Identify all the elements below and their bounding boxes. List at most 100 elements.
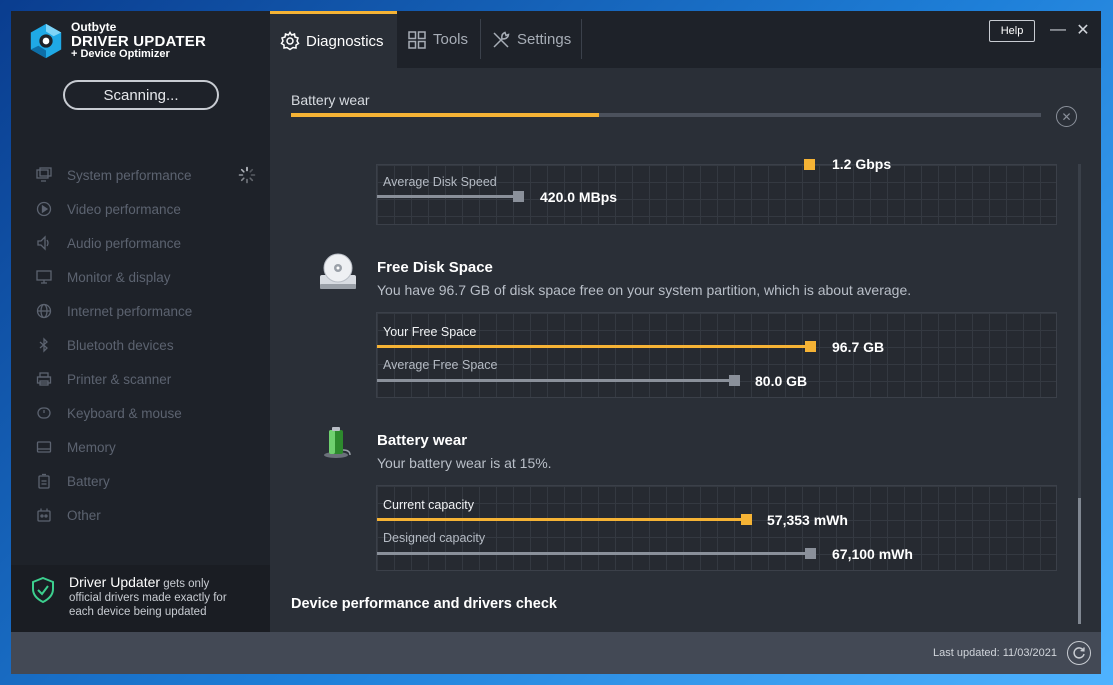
cancel-scan-button[interactable]: ✕ bbox=[1056, 106, 1077, 127]
main-panel: Battery wear ✕ 1.2 Gbps Average Disk Spe… bbox=[270, 68, 1101, 632]
help-button[interactable]: Help bbox=[989, 20, 1035, 42]
tab-diagnostics[interactable]: Diagnostics bbox=[270, 11, 397, 68]
battery-designed-bar bbox=[377, 552, 809, 555]
sidebar-item-monitor-display[interactable]: Monitor & display bbox=[11, 260, 270, 294]
free-disk-chart: Your Free Space 96.7 GB Average Free Spa… bbox=[376, 312, 1057, 398]
tab-label: Tools bbox=[433, 31, 469, 48]
sidebar-item-label: Battery bbox=[67, 473, 110, 489]
refresh-button[interactable] bbox=[1067, 641, 1091, 665]
status-bar: Last updated: 11/03/2021 bbox=[11, 632, 1101, 674]
tab-settings[interactable]: Settings bbox=[481, 11, 581, 68]
brand-top: Outbyte bbox=[71, 20, 117, 34]
disk-speed-avg-label: Average Disk Speed bbox=[383, 175, 497, 189]
footer-text-3: each device being updated bbox=[69, 606, 207, 618]
battery-desc: Your battery wear is at 15%. bbox=[377, 455, 552, 471]
progress-bar bbox=[291, 113, 1041, 117]
brand-sub: + Device Optimizer bbox=[71, 48, 170, 61]
sidebar-item-memory[interactable]: Memory bbox=[11, 430, 270, 464]
footer-text-1: gets only bbox=[160, 578, 210, 590]
display-icon bbox=[35, 268, 53, 286]
speaker-icon bbox=[35, 234, 53, 252]
sidebar-nav: System performance Video performance Aud… bbox=[11, 158, 270, 532]
disk-speed-avg-cap bbox=[513, 191, 524, 202]
free-disk-avg-value: 80.0 GB bbox=[755, 373, 808, 389]
sidebar-item-video-performance[interactable]: Video performance bbox=[11, 192, 270, 226]
sidebar-item-other[interactable]: Other bbox=[11, 498, 270, 532]
grid-icon bbox=[408, 30, 426, 49]
battery-current-label: Current capacity bbox=[383, 498, 475, 512]
free-disk-avg-cap bbox=[729, 375, 740, 386]
app-window: Outbyte DRIVER UPDATER + Device Optimize… bbox=[11, 11, 1101, 674]
sidebar-item-label: Bluetooth devices bbox=[67, 337, 174, 353]
battery-designed-value: 67,100 mWh bbox=[832, 546, 913, 562]
memory-icon bbox=[35, 438, 53, 456]
disk-speed-yours-cap bbox=[804, 159, 815, 170]
battery-current-value: 57,353 mWh bbox=[767, 512, 848, 528]
free-disk-yours-cap bbox=[805, 341, 816, 352]
play-icon bbox=[35, 200, 53, 218]
footer-text-2: official drivers made exactly for bbox=[69, 592, 227, 604]
top-bar: Diagnostics Tools Settings Help — ✕ bbox=[270, 11, 1101, 68]
sidebar-item-label: System performance bbox=[67, 167, 192, 183]
sidebar-item-battery[interactable]: Battery bbox=[11, 464, 270, 498]
sidebar-item-label: Memory bbox=[67, 439, 116, 455]
tab-label: Diagnostics bbox=[306, 32, 384, 50]
free-disk-title: Free Disk Space bbox=[377, 259, 493, 276]
disk-speed-chart: 1.2 Gbps Average Disk Speed 420.0 MBps bbox=[376, 156, 1057, 225]
free-disk-desc: You have 96.7 GB of disk space free on y… bbox=[377, 282, 912, 298]
sidebar-item-system-performance[interactable]: System performance bbox=[11, 158, 270, 192]
mouse-icon bbox=[35, 404, 53, 422]
progress-bar-fill bbox=[291, 113, 599, 117]
sidebar-item-printer-scanner[interactable]: Printer & scanner bbox=[11, 362, 270, 396]
disk-drive-icon bbox=[320, 253, 356, 289]
globe-icon bbox=[35, 302, 53, 320]
scrollbar-thumb[interactable] bbox=[1078, 498, 1081, 624]
battery-current-cap bbox=[741, 514, 752, 525]
sidebar-item-label: Other bbox=[67, 507, 101, 523]
close-window-button[interactable]: ✕ bbox=[1074, 21, 1092, 39]
disk-speed-yours-value: 1.2 Gbps bbox=[832, 156, 892, 172]
tab-tools[interactable]: Tools bbox=[397, 11, 480, 68]
battery-title: Battery wear bbox=[377, 432, 468, 449]
free-disk-avg-label: Average Free Space bbox=[383, 358, 498, 372]
sidebar-item-keyboard-mouse[interactable]: Keyboard & mouse bbox=[11, 396, 270, 430]
refresh-icon bbox=[1073, 647, 1085, 659]
sidebar-item-label: Keyboard & mouse bbox=[67, 405, 182, 421]
battery-chart: Current capacity 57,353 mWh Designed cap… bbox=[376, 485, 1057, 571]
monitor-icon bbox=[35, 166, 53, 184]
sidebar-item-audio-performance[interactable]: Audio performance bbox=[11, 226, 270, 260]
sidebar-item-label: Internet performance bbox=[67, 303, 193, 319]
sidebar-item-label: Printer & scanner bbox=[67, 371, 172, 387]
gear-icon bbox=[280, 31, 300, 51]
footer-title: Driver Updater bbox=[69, 574, 161, 590]
brand-main: DRIVER UPDATER bbox=[71, 32, 207, 50]
minimize-button[interactable]: — bbox=[1049, 21, 1067, 39]
battery-designed-cap bbox=[805, 548, 816, 559]
loading-spinner-icon bbox=[238, 166, 256, 184]
battery-current-bar bbox=[377, 518, 745, 521]
other-icon bbox=[35, 506, 53, 524]
sidebar-item-bluetooth-devices[interactable]: Bluetooth devices bbox=[11, 328, 270, 362]
tab-divider bbox=[581, 19, 582, 59]
device-check-heading: Device performance and drivers check bbox=[291, 596, 557, 612]
footer-text: Driver Updater gets only official driver… bbox=[69, 575, 227, 632]
tab-label: Settings bbox=[517, 31, 572, 48]
scanning-button[interactable]: Scanning... bbox=[63, 80, 219, 110]
progress-label: Battery wear bbox=[291, 92, 370, 108]
battery-icon bbox=[35, 472, 53, 490]
battery-designed-label: Designed capacity bbox=[383, 531, 486, 545]
disk-speed-avg-value: 420.0 MBps bbox=[540, 189, 618, 205]
free-disk-avg-bar bbox=[377, 379, 734, 382]
sidebar-item-internet-performance[interactable]: Internet performance bbox=[11, 294, 270, 328]
last-updated-text: Last updated: 11/03/2021 bbox=[933, 647, 1057, 659]
disk-speed-avg-bar bbox=[377, 195, 517, 198]
sidebar: Outbyte DRIVER UPDATER + Device Optimize… bbox=[11, 11, 270, 632]
sidebar-item-label: Audio performance bbox=[67, 235, 182, 251]
wrench-screwdriver-icon bbox=[493, 31, 510, 48]
outbyte-logo-icon bbox=[30, 23, 62, 59]
free-disk-yours-label: Your Free Space bbox=[383, 325, 477, 339]
free-disk-yours-bar bbox=[377, 345, 809, 348]
sidebar-item-label: Monitor & display bbox=[67, 269, 171, 285]
logo: Outbyte DRIVER UPDATER + Device Optimize… bbox=[27, 21, 206, 61]
sidebar-footer: Driver Updater gets only official driver… bbox=[11, 565, 270, 632]
